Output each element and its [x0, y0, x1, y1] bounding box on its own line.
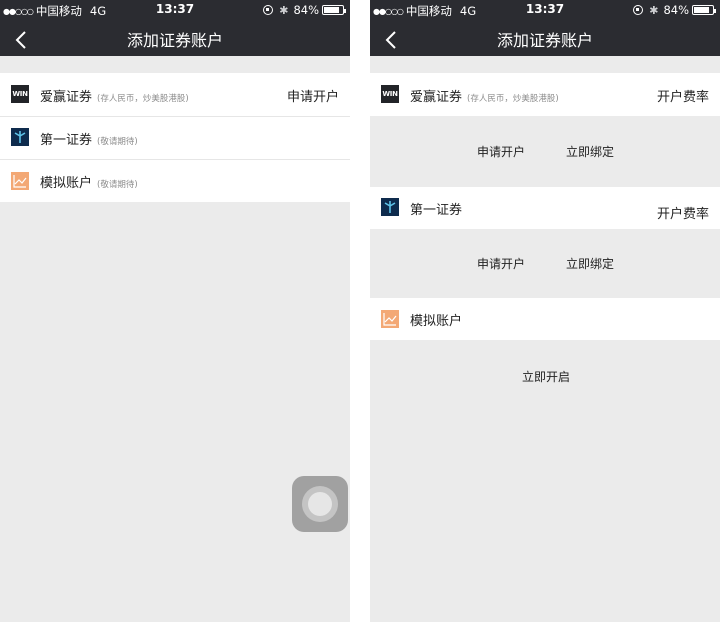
open-now-button[interactable]: 立即开启	[522, 368, 570, 385]
account-name: 模拟账户	[410, 314, 463, 329]
account-row-simulated[interactable]: 模拟账户 (敬请期待)	[0, 160, 350, 202]
rotation-lock-icon	[633, 5, 644, 15]
account-row-simulated[interactable]: 模拟账户	[370, 298, 720, 340]
battery-percent: 84%	[293, 3, 319, 17]
screen-left: ●●○○○ 中国移动 4G 13:37 ✱ 84% 添加证券账户 WIN 爱赢证券 (存…	[0, 0, 350, 622]
account-fee-link[interactable]: 开户费率	[657, 86, 709, 105]
account-row-diyi[interactable]: 第一证券 (敬请期待)	[0, 117, 350, 159]
account-note: (存人民币，炒美股港股)	[97, 94, 189, 104]
account-name: 模拟账户	[40, 176, 93, 191]
top-bar: ●●○○○ 中国移动 4G 13:37 ✱ 84% 添加证券账户	[370, 0, 720, 56]
bind-now-button[interactable]: 立即绑定	[566, 255, 614, 272]
bluetooth-icon: ✱	[279, 4, 289, 17]
account-name: 第一证券	[410, 203, 463, 218]
account-row-diyi[interactable]: 第一证券 开户费率	[370, 187, 720, 229]
account-row-aiying[interactable]: WIN 爱赢证券 (存人民币，炒美股港股) 申请开户	[0, 73, 350, 116]
account-note: (敬请期待)	[97, 137, 138, 147]
account-fee-link[interactable]: 开户费率	[657, 203, 709, 222]
apply-account-button[interactable]: 申请开户	[287, 86, 339, 105]
page-title: 添加证券账户	[496, 31, 593, 50]
screen-right: ●●○○○ 中国移动 4G 13:37 ✱ 84% 添加证券账户 WIN 爱赢证券 (存…	[370, 0, 720, 622]
account-note: (敬请期待)	[97, 180, 138, 190]
nav-bar: 添加证券账户	[0, 20, 350, 56]
apply-account-button[interactable]: 申请开户	[477, 255, 525, 272]
status-bar: ●●○○○ 中国移动 4G 13:37 ✱ 84%	[0, 0, 350, 20]
rotation-lock-icon	[263, 5, 274, 15]
account-name: 爱赢证券	[410, 90, 463, 105]
bind-now-button[interactable]: 立即绑定	[566, 143, 614, 160]
account-note: (存人民币，炒美股港股)	[467, 94, 559, 104]
aiying-logo-icon: WIN	[11, 85, 29, 103]
top-bar: ●●○○○ 中国移动 4G 13:37 ✱ 84% 添加证券账户	[0, 0, 350, 56]
diyi-logo-icon	[11, 128, 29, 146]
aiying-logo-icon: WIN	[381, 85, 399, 103]
apply-account-button[interactable]: 申请开户	[477, 143, 525, 160]
nav-bar: 添加证券账户	[370, 20, 720, 56]
account-row-aiying[interactable]: WIN 爱赢证券 (存人民币，炒美股港股) 开户费率	[370, 73, 720, 116]
diyi-logo-icon	[381, 198, 399, 216]
battery-icon	[322, 5, 346, 15]
account-name: 第一证券	[40, 133, 93, 148]
battery-level-fill	[324, 7, 339, 13]
assistive-touch-button[interactable]	[292, 476, 348, 532]
account-name: 爱赢证券	[40, 90, 93, 105]
chart-line-icon	[381, 310, 399, 328]
bluetooth-icon: ✱	[649, 4, 659, 17]
battery-level-fill	[694, 7, 709, 13]
chart-line-icon	[11, 172, 29, 190]
battery-percent: 84%	[663, 3, 689, 17]
status-bar: ●●○○○ 中国移动 4G 13:37 ✱ 84%	[370, 0, 720, 20]
page-title: 添加证券账户	[126, 31, 223, 50]
battery-icon	[692, 5, 716, 15]
